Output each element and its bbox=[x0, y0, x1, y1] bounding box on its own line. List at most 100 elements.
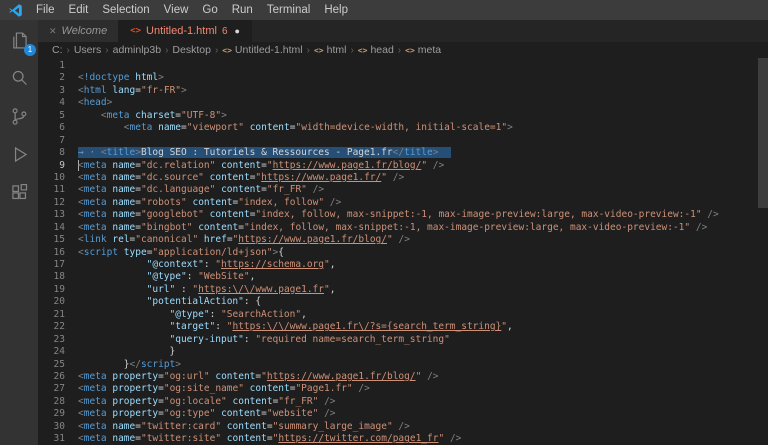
code-editor[interactable]: 12<!doctype html>3 <html lang="fr-FR">4<h… bbox=[38, 58, 768, 445]
code-line-text: <link rel="canonical" href="https://www.… bbox=[78, 234, 410, 246]
code-line[interactable]: 14 <meta name="bingbot" content="index, f… bbox=[38, 222, 768, 234]
code-line[interactable]: 10 <meta name="dc.source" content="https:… bbox=[38, 172, 768, 184]
code-line[interactable]: 23 "query-input": "required name=search_… bbox=[38, 334, 768, 346]
line-number: 3 bbox=[38, 85, 65, 97]
line-number: 6 bbox=[38, 122, 65, 134]
code-line[interactable]: 21 "@type": "SearchAction", bbox=[38, 309, 768, 321]
breadcrumb-item[interactable]: C: bbox=[52, 44, 63, 56]
breadcrumb-item[interactable]: Users bbox=[74, 44, 101, 56]
menu-help[interactable]: Help bbox=[317, 0, 355, 20]
code-line-text: <meta name="bingbot" content="index, fol… bbox=[78, 222, 707, 234]
code-line-text: <meta property="og:type" content="websit… bbox=[78, 408, 336, 420]
code-line[interactable]: 8→ · <title>Blog SEO : Tutoriels & Resso… bbox=[38, 147, 768, 159]
line-number: 10 bbox=[38, 172, 65, 184]
run-debug-icon bbox=[9, 144, 30, 165]
line-number: 14 bbox=[38, 222, 65, 234]
code-line-text: <meta property="og:url" content="https:/… bbox=[78, 371, 439, 383]
menu-go[interactable]: Go bbox=[195, 0, 224, 20]
modified-dot-icon[interactable]: ● bbox=[235, 26, 240, 36]
breadcrumb-separator-icon: › bbox=[105, 45, 108, 56]
symbol-icon: <> bbox=[222, 46, 232, 55]
error-count-badge: 6 bbox=[222, 26, 228, 37]
menu-bar: FileEditSelectionViewGoRunTerminalHelp bbox=[29, 0, 355, 20]
code-line-text: "query-input": "required name=search_ter… bbox=[78, 334, 450, 346]
tab-welcome[interactable]: ✕ Welcome bbox=[38, 20, 119, 42]
breadcrumb-separator-icon: › bbox=[307, 45, 310, 56]
breadcrumb-label: adminlp3b bbox=[113, 44, 161, 56]
code-line[interactable]: 3 <html lang="fr-FR"> bbox=[38, 85, 768, 97]
code-line-text: <script type="application/ld+json">{ bbox=[78, 247, 284, 259]
code-line-text: "@type": "SearchAction", bbox=[78, 309, 307, 321]
code-line[interactable]: 15<link rel="canonical" href="https://ww… bbox=[38, 234, 768, 246]
code-line[interactable]: 26<meta property="og:url" content="https… bbox=[38, 371, 768, 383]
code-line[interactable]: 6 <meta name="viewport" content="width=d… bbox=[38, 122, 768, 134]
extensions-button[interactable] bbox=[5, 180, 33, 205]
code-line[interactable]: 28<meta property="og:locale" content="fr… bbox=[38, 396, 768, 408]
tab-untitled-1[interactable]: <> Untitled-1.html 6 ● bbox=[119, 20, 252, 42]
menu-edit[interactable]: Edit bbox=[62, 0, 96, 20]
breadcrumb-item[interactable]: <>head bbox=[358, 44, 394, 56]
line-number: 13 bbox=[38, 209, 65, 221]
code-line[interactable]: 5 <meta charset="UTF-8"> bbox=[38, 110, 768, 122]
breadcrumb-separator-icon: › bbox=[398, 45, 401, 56]
editor-scrollbar[interactable] bbox=[758, 58, 768, 445]
code-line[interactable]: 13<meta name="googlebot" content="index,… bbox=[38, 209, 768, 221]
run-debug-button[interactable] bbox=[5, 142, 33, 167]
line-number: 7 bbox=[38, 135, 65, 147]
scrollbar-thumb[interactable] bbox=[758, 58, 768, 208]
code-line-text: <meta name="viewport" content="width=dev… bbox=[78, 122, 513, 134]
code-line[interactable]: 24 } bbox=[38, 346, 768, 358]
code-line[interactable]: 30<meta name="twitter:card" content="sum… bbox=[38, 421, 768, 433]
code-line[interactable]: 17 "@context": "https://schema.org", bbox=[38, 259, 768, 271]
tab-label: Untitled-1.html bbox=[146, 25, 217, 37]
code-line[interactable]: 31<meta name="twitter:site" content="htt… bbox=[38, 433, 768, 445]
breadcrumb-label: Users bbox=[74, 44, 101, 56]
menu-file[interactable]: File bbox=[29, 0, 62, 20]
tab-bar: ✕ Welcome <> Untitled-1.html 6 ● bbox=[38, 20, 768, 42]
breadcrumb-label: Untitled-1.html bbox=[235, 44, 303, 56]
breadcrumb-item[interactable]: <>meta bbox=[405, 44, 441, 56]
line-number: 20 bbox=[38, 296, 65, 308]
title-bar: FileEditSelectionViewGoRunTerminalHelp bbox=[0, 0, 768, 20]
breadcrumb-label: C: bbox=[52, 44, 63, 56]
breadcrumb-item[interactable]: <>Untitled-1.html bbox=[222, 44, 302, 56]
breadcrumb-label: Desktop bbox=[172, 44, 211, 56]
code-line-text: <meta name="dc.source" content="https://… bbox=[78, 172, 404, 184]
code-line-text: <meta charset="UTF-8"> bbox=[78, 110, 227, 122]
line-number: 23 bbox=[38, 334, 65, 346]
line-number: 28 bbox=[38, 396, 65, 408]
code-line[interactable]: 2<!doctype html> bbox=[38, 72, 768, 84]
explorer-button[interactable]: 1 bbox=[5, 28, 33, 53]
code-line[interactable]: 18 "@type": "WebSite", bbox=[38, 271, 768, 283]
search-button[interactable] bbox=[5, 66, 33, 91]
breadcrumb-separator-icon: › bbox=[67, 45, 70, 56]
code-line[interactable]: 29<meta property="og:type" content="webs… bbox=[38, 408, 768, 420]
code-line[interactable]: 20 "potentialAction": { bbox=[38, 296, 768, 308]
code-line[interactable]: 16<script type="application/ld+json">{ bbox=[38, 247, 768, 259]
close-icon[interactable]: ✕ bbox=[49, 26, 57, 37]
menu-terminal[interactable]: Terminal bbox=[260, 0, 317, 20]
code-line[interactable]: 19 "url" : "https:\/\/www.page1.fr", bbox=[38, 284, 768, 296]
breadcrumb-item[interactable]: Desktop bbox=[172, 44, 211, 56]
code-line[interactable]: 4<head> bbox=[38, 97, 768, 109]
menu-view[interactable]: View bbox=[157, 0, 196, 20]
code-line[interactable]: 25 }</script> bbox=[38, 359, 768, 371]
code-line[interactable]: 1 bbox=[38, 60, 768, 72]
code-line[interactable]: 27<meta property="og:site_name" content=… bbox=[38, 383, 768, 395]
line-number: 5 bbox=[38, 110, 65, 122]
code-line[interactable]: 11<meta name="dc.language" content="fr_F… bbox=[38, 184, 768, 196]
code-line-text: <html lang="fr-FR"> bbox=[78, 85, 187, 97]
breadcrumb-label: html bbox=[327, 44, 347, 56]
menu-selection[interactable]: Selection bbox=[95, 0, 156, 20]
code-area: 12<!doctype html>3 <html lang="fr-FR">4<h… bbox=[38, 60, 768, 445]
source-control-button[interactable] bbox=[5, 104, 33, 129]
code-line-text: → · <title>Blog SEO : Tutoriels & Ressou… bbox=[78, 147, 451, 159]
menu-run[interactable]: Run bbox=[225, 0, 260, 20]
code-line[interactable]: 9<meta name="dc.relation" content="https… bbox=[38, 160, 768, 172]
code-line[interactable]: 22 "target": "https:\/\/www.page1.fr\/?s… bbox=[38, 321, 768, 333]
code-line[interactable]: 7 bbox=[38, 135, 768, 147]
code-line-text: <meta name="twitter:card" content="summa… bbox=[78, 421, 410, 433]
code-line[interactable]: 12<meta name="robots" content="index, fo… bbox=[38, 197, 768, 209]
breadcrumb-item[interactable]: <>html bbox=[314, 44, 346, 56]
breadcrumb-item[interactable]: adminlp3b bbox=[113, 44, 161, 56]
